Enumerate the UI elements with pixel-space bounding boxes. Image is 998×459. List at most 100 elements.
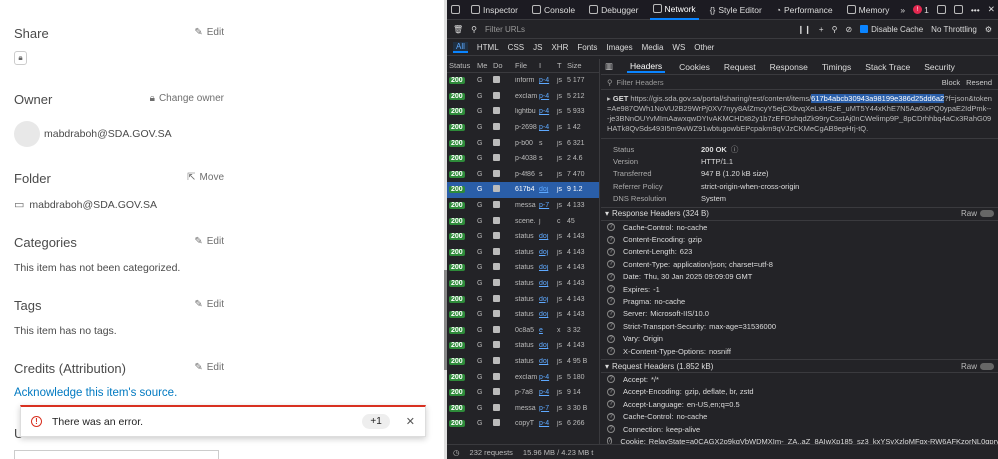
raw-toggle[interactable]: Raw — [961, 209, 998, 218]
filter-headers-input[interactable]: Filter Headers — [617, 78, 664, 87]
col-size[interactable]: Size — [565, 61, 595, 70]
help-icon[interactable]: ? — [607, 285, 615, 294]
detail-tab-response[interactable]: Response — [770, 62, 808, 72]
type-other[interactable]: Other — [694, 43, 714, 52]
help-icon[interactable]: ? — [607, 297, 615, 306]
help-icon[interactable]: ? — [607, 425, 615, 433]
expand-arrow-icon[interactable]: ▸ — [607, 94, 611, 103]
table-row[interactable]: 200 Gstatus doj js 4 143 — [447, 245, 599, 261]
col-type[interactable]: T — [555, 61, 565, 70]
initiator-cell[interactable]: p-4 — [537, 420, 555, 427]
tab-inspector[interactable]: Inspector — [468, 0, 521, 20]
table-row[interactable]: 200 Gp-2698 p-4 js 1 42 — [447, 120, 599, 136]
help-icon[interactable]: ? — [607, 375, 615, 384]
col-domain[interactable]: Do — [491, 61, 513, 70]
initiator-cell[interactable]: p-4 — [537, 389, 555, 396]
col-file[interactable]: File — [513, 61, 537, 70]
pick-element-icon[interactable] — [451, 5, 460, 14]
table-row[interactable]: 200 Gstatus doj js 4 143 — [447, 260, 599, 276]
type-css[interactable]: CSS — [508, 43, 524, 52]
table-row[interactable]: 200 Gstatus doj js 4 95 B — [447, 354, 599, 370]
table-row[interactable]: 200 GcopyT p-4 js 6 266 — [447, 416, 599, 432]
help-icon[interactable]: ? — [607, 322, 615, 331]
col-initiator[interactable]: I — [537, 61, 555, 70]
detail-tab-headers[interactable]: Headers — [627, 61, 666, 73]
initiator-cell[interactable]: p-4 — [537, 93, 555, 100]
initiator-cell[interactable]: doj — [537, 249, 555, 256]
categories-edit-button[interactable]: ✎ Edit — [194, 236, 224, 247]
change-owner-button[interactable]: 🔒︎ Change owner — [150, 93, 224, 104]
help-icon[interactable]: ? — [607, 347, 615, 356]
table-row[interactable]: 200 Gstatus doj js 4 143 — [447, 276, 599, 292]
initiator-cell[interactable]: p-7 — [537, 202, 555, 209]
table-row[interactable]: 200 Gscene. j c 45 — [447, 213, 599, 229]
help-icon[interactable]: ? — [607, 412, 615, 421]
type-xhr[interactable]: XHR — [551, 43, 568, 52]
tab-debugger[interactable]: Debugger — [586, 0, 641, 20]
table-row[interactable]: 200 Gp-7a8 p-4 js 9 14 — [447, 385, 599, 401]
initiator-cell[interactable]: p-7 — [537, 405, 555, 412]
help-icon[interactable]: ? — [607, 247, 615, 256]
help-icon[interactable]: ? — [607, 309, 615, 318]
initiator-cell[interactable]: doj — [537, 358, 555, 365]
tab-console[interactable]: Console — [529, 0, 578, 20]
initiator-cell[interactable]: p-4 — [537, 374, 555, 381]
detail-tab-cookies[interactable]: Cookies — [679, 62, 710, 72]
add-icon[interactable]: + — [819, 25, 824, 34]
block-button[interactable]: Block — [942, 78, 960, 87]
initiator-cell[interactable]: s — [537, 155, 555, 162]
type-images[interactable]: Images — [606, 43, 632, 52]
initiator-cell[interactable]: p-4 — [537, 108, 555, 115]
table-row[interactable]: 200 G 617b4 doj js 9 1.2 — [447, 182, 599, 198]
table-row[interactable]: 200 Gexclam p-4 js 5 180 — [447, 369, 599, 385]
help-icon[interactable]: ? — [607, 387, 615, 396]
table-row[interactable]: 200 Gp-4f86 s js 7 470 — [447, 167, 599, 183]
request-headers-header[interactable]: ▾ Request Headers (1.852 kB) Raw — [601, 359, 998, 374]
table-row[interactable]: 200 Gexclam p-4 js 5 212 — [447, 89, 599, 105]
move-button[interactable]: ⇱ Move — [187, 172, 224, 183]
help-icon[interactable]: ? — [607, 437, 613, 444]
table-row[interactable]: 200 Gstatus doj js 4 143 — [447, 229, 599, 245]
detail-tab-request[interactable]: Request — [724, 62, 756, 72]
table-row[interactable]: 200 G 0c8a5 e x 3 32 — [447, 323, 599, 339]
tab-style-editor[interactable]: {} Style Editor — [707, 0, 765, 20]
throttling-select[interactable]: No Throttling — [931, 25, 977, 34]
pause-icon[interactable]: ❙❙ — [798, 25, 811, 34]
initiator-cell[interactable]: doj — [537, 264, 555, 271]
help-icon[interactable]: ⓘ — [731, 144, 739, 155]
partial-input[interactable] — [14, 450, 219, 459]
help-icon[interactable]: ? — [607, 272, 615, 281]
table-row[interactable]: 200 Gstatus doj js 4 143 — [447, 291, 599, 307]
type-html[interactable]: HTML — [477, 43, 499, 52]
error-indicator[interactable]: ! 1 — [913, 5, 929, 15]
dock-icon[interactable] — [936, 5, 946, 14]
overflow-chevron-icon[interactable]: » — [900, 5, 905, 15]
type-ws[interactable]: WS — [672, 43, 685, 52]
col-method[interactable]: Me — [475, 61, 491, 70]
trash-icon[interactable]: 🗑︎ — [453, 25, 463, 34]
sidebar-toggle-icon[interactable]: ▥ — [605, 61, 613, 72]
acknowledge-source-link[interactable]: Acknowledge this item's source. — [14, 387, 224, 399]
initiator-cell[interactable]: j — [537, 218, 555, 225]
detail-tab-stack-trace[interactable]: Stack Trace — [865, 62, 910, 72]
tags-edit-button[interactable]: ✎ Edit — [194, 299, 224, 310]
table-row[interactable]: 200 Gp-b00 s js 6 321 — [447, 135, 599, 151]
toast-count-badge[interactable]: +1 — [362, 414, 390, 429]
help-icon[interactable]: ? — [607, 223, 615, 232]
help-icon[interactable]: ? — [607, 400, 615, 409]
help-icon[interactable]: ? — [607, 334, 615, 343]
close-icon[interactable]: ✕ — [406, 415, 415, 428]
type-js[interactable]: JS — [533, 43, 542, 52]
detail-tab-security[interactable]: Security — [924, 62, 955, 72]
type-fonts[interactable]: Fonts — [577, 43, 597, 52]
table-row[interactable]: 200 Gmessa p-7 js 3 30 B — [447, 400, 599, 416]
initiator-cell[interactable]: doj — [537, 296, 555, 303]
initiator-cell[interactable]: doj — [537, 186, 555, 193]
close-devtools-icon[interactable]: ✕ — [988, 4, 995, 15]
table-row[interactable]: 200 Gstatus doj js 4 143 — [447, 307, 599, 323]
raw-toggle[interactable]: Raw — [961, 362, 998, 371]
initiator-cell[interactable]: e — [537, 327, 555, 334]
settings-gear-icon[interactable]: ⚙ — [985, 25, 992, 34]
tab-performance[interactable]: ◔ Performance — [773, 0, 836, 20]
help-icon[interactable]: ? — [607, 235, 615, 244]
